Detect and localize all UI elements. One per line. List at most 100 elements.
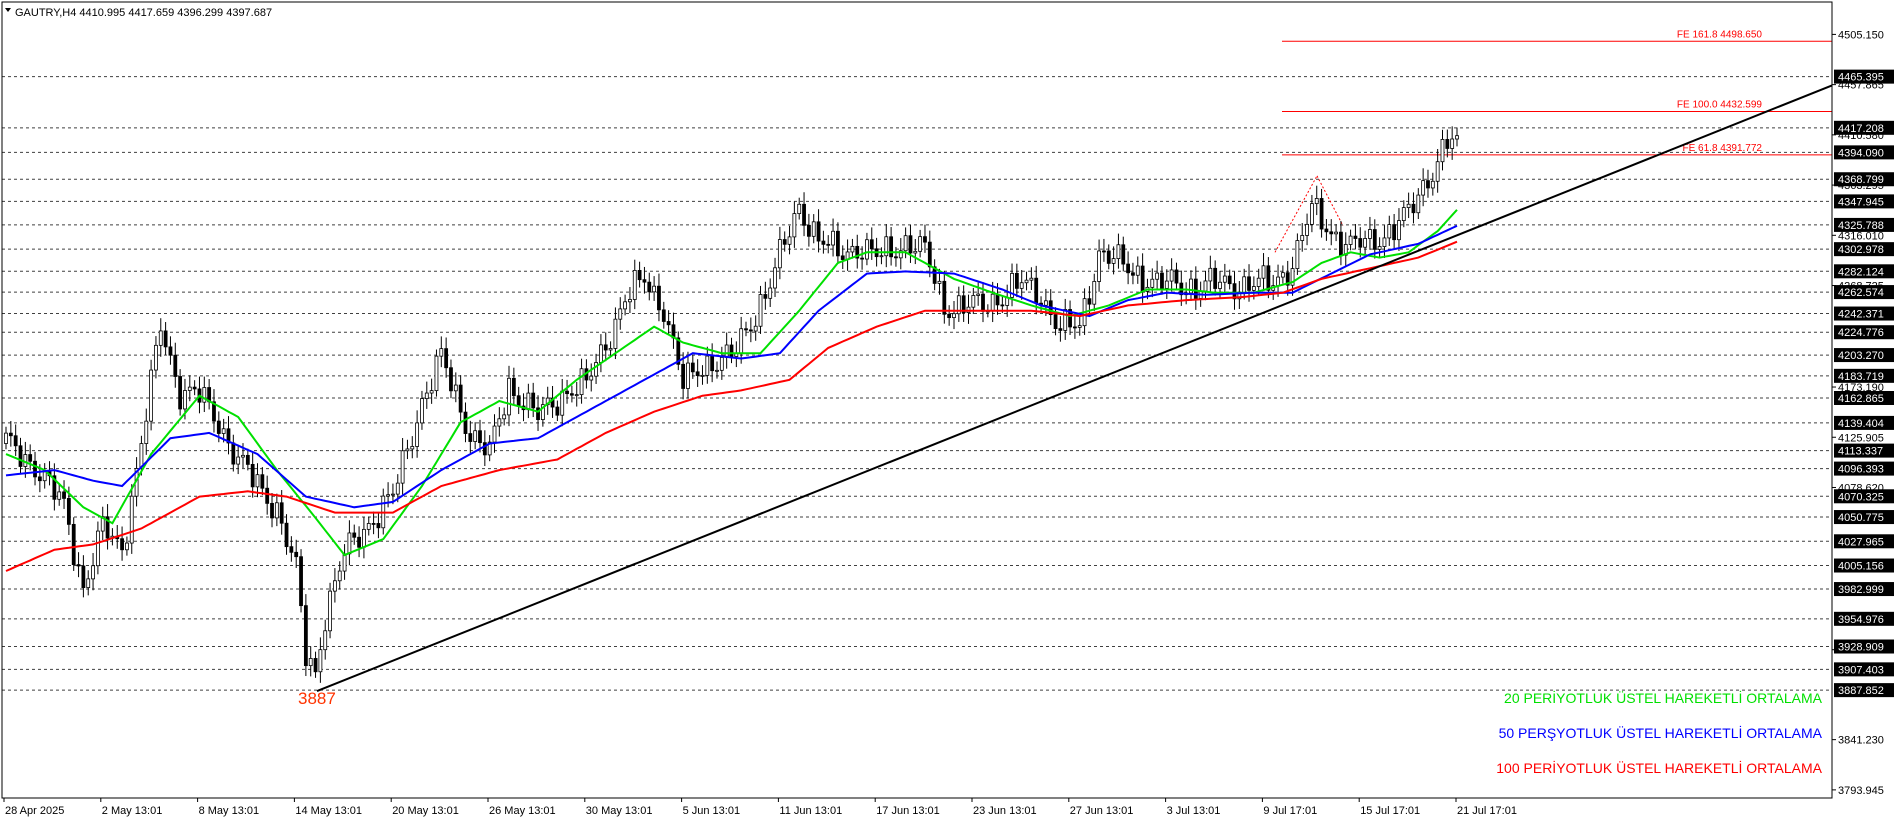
- candle-body: [1266, 265, 1271, 291]
- candle-body: [1150, 278, 1155, 288]
- level-price-tag[interactable]: 4005.156: [1834, 558, 1894, 573]
- candle-body: [33, 460, 37, 478]
- candle-body: [1126, 263, 1131, 274]
- candle-body: [236, 456, 241, 465]
- level-price-tag[interactable]: 4417.208: [1834, 120, 1894, 135]
- level-price-tag[interactable]: 4242.371: [1834, 306, 1894, 321]
- candle-body: [642, 279, 647, 283]
- candle-body: [560, 390, 565, 416]
- candle-body: [657, 285, 661, 311]
- level-price-label: 4096.393: [1838, 464, 1884, 476]
- candle-body: [724, 344, 729, 358]
- level-price-tag[interactable]: 4368.799: [1834, 172, 1894, 187]
- level-price-tag[interactable]: 4183.719: [1834, 368, 1894, 383]
- level-price-tag[interactable]: 4224.776: [1834, 325, 1894, 340]
- candle[interactable]: [149, 359, 154, 431]
- level-price-tag[interactable]: 3928.909: [1834, 639, 1894, 654]
- level-price-tag[interactable]: 4347.945: [1834, 194, 1894, 209]
- candle-body: [1155, 272, 1160, 280]
- candle-body: [782, 239, 787, 245]
- candle-body: [1077, 325, 1082, 328]
- level-price-tag[interactable]: 3887.852: [1834, 683, 1894, 698]
- candle-body: [913, 250, 918, 254]
- level-price-tag[interactable]: 4027.965: [1834, 534, 1894, 549]
- candle-body: [120, 538, 124, 551]
- candle-body: [318, 649, 323, 673]
- level-price-label: 4050.775: [1838, 512, 1884, 524]
- candle-body: [1377, 246, 1382, 250]
- level-price-tag[interactable]: 3954.976: [1834, 611, 1894, 626]
- candle[interactable]: [299, 549, 303, 613]
- candle-body: [903, 235, 908, 252]
- candle-body: [173, 354, 178, 377]
- level-price-tag[interactable]: 4113.337: [1834, 443, 1894, 458]
- candle-body: [386, 494, 390, 497]
- level-price-tag[interactable]: 4162.865: [1834, 390, 1894, 405]
- price-chart[interactable]: FE 161.8 4498.650 FE 100.0 4432.599 FE 61.…: [0, 0, 1896, 820]
- candle-body: [840, 255, 845, 260]
- candle-body: [511, 377, 516, 397]
- level-price-tag[interactable]: 3907.403: [1834, 662, 1894, 677]
- candle-body: [816, 221, 821, 242]
- level-price-tag[interactable]: 3982.999: [1834, 582, 1894, 597]
- candle-body: [405, 448, 410, 452]
- level-price-tag[interactable]: 4139.404: [1834, 415, 1894, 430]
- candle-body: [231, 442, 236, 465]
- candle-body: [332, 580, 337, 592]
- candle-body: [705, 355, 710, 376]
- candle-body: [163, 330, 168, 348]
- candle-body: [652, 285, 657, 293]
- chart-window[interactable]: FE 161.8 4498.650 FE 100.0 4432.599 FE 61.…: [0, 0, 1896, 820]
- candle-body: [192, 386, 197, 390]
- fib-level-label: FE 161.8 4498.650: [1677, 29, 1763, 40]
- candle-body: [1174, 269, 1179, 284]
- level-price-label: 4139.404: [1838, 418, 1884, 430]
- candle-body: [1097, 250, 1101, 282]
- candle[interactable]: [434, 349, 439, 397]
- candle-body: [1160, 272, 1164, 289]
- candle-body: [308, 658, 313, 667]
- candle-body: [376, 523, 381, 529]
- candle-body: [710, 355, 715, 372]
- candle-body: [352, 532, 357, 538]
- candle-body: [274, 502, 279, 519]
- candle-body: [473, 430, 478, 442]
- candle-body: [1106, 250, 1111, 264]
- candle[interactable]: [303, 594, 308, 677]
- level-price-tag[interactable]: 4203.270: [1834, 348, 1894, 363]
- candle-body: [57, 491, 62, 500]
- candle-body: [1053, 314, 1058, 330]
- candle-body: [753, 325, 758, 332]
- time-tick-label: 30 May 13:01: [586, 805, 653, 817]
- candle-body: [1121, 244, 1126, 265]
- level-price-tag[interactable]: 4262.574: [1834, 285, 1894, 300]
- candle-body: [434, 355, 439, 392]
- candle-body: [1227, 275, 1232, 285]
- candle-body: [357, 536, 361, 548]
- time-tick-label: 5 Jun 13:01: [683, 805, 741, 817]
- candle-body: [129, 495, 134, 544]
- candle-body: [1392, 224, 1397, 241]
- candle-body: [279, 502, 284, 524]
- swing-low-label: 3887: [298, 689, 336, 708]
- candle[interactable]: [328, 582, 332, 639]
- level-price-tag[interactable]: 4302.978: [1834, 242, 1894, 257]
- level-price-tag[interactable]: 4394.090: [1834, 145, 1894, 160]
- level-price-tag[interactable]: 4282.124: [1834, 264, 1894, 279]
- candle-body: [1416, 194, 1421, 214]
- candle-body: [158, 330, 163, 346]
- level-price-tag[interactable]: 4050.775: [1834, 510, 1894, 525]
- candle-body: [1310, 203, 1314, 225]
- level-price-tag[interactable]: 4096.393: [1834, 461, 1894, 476]
- candle-body: [463, 411, 468, 434]
- level-price-tag[interactable]: 4070.325: [1834, 489, 1894, 504]
- candle-body: [744, 328, 748, 331]
- level-price-tag[interactable]: 4325.788: [1834, 217, 1894, 232]
- candle-body: [947, 313, 952, 319]
- candle-body: [1305, 223, 1309, 236]
- candle-body: [836, 230, 840, 257]
- candle-body: [8, 432, 13, 437]
- level-price-tag[interactable]: 4465.395: [1834, 69, 1894, 84]
- candle[interactable]: [71, 517, 76, 571]
- candle-body: [1450, 138, 1455, 149]
